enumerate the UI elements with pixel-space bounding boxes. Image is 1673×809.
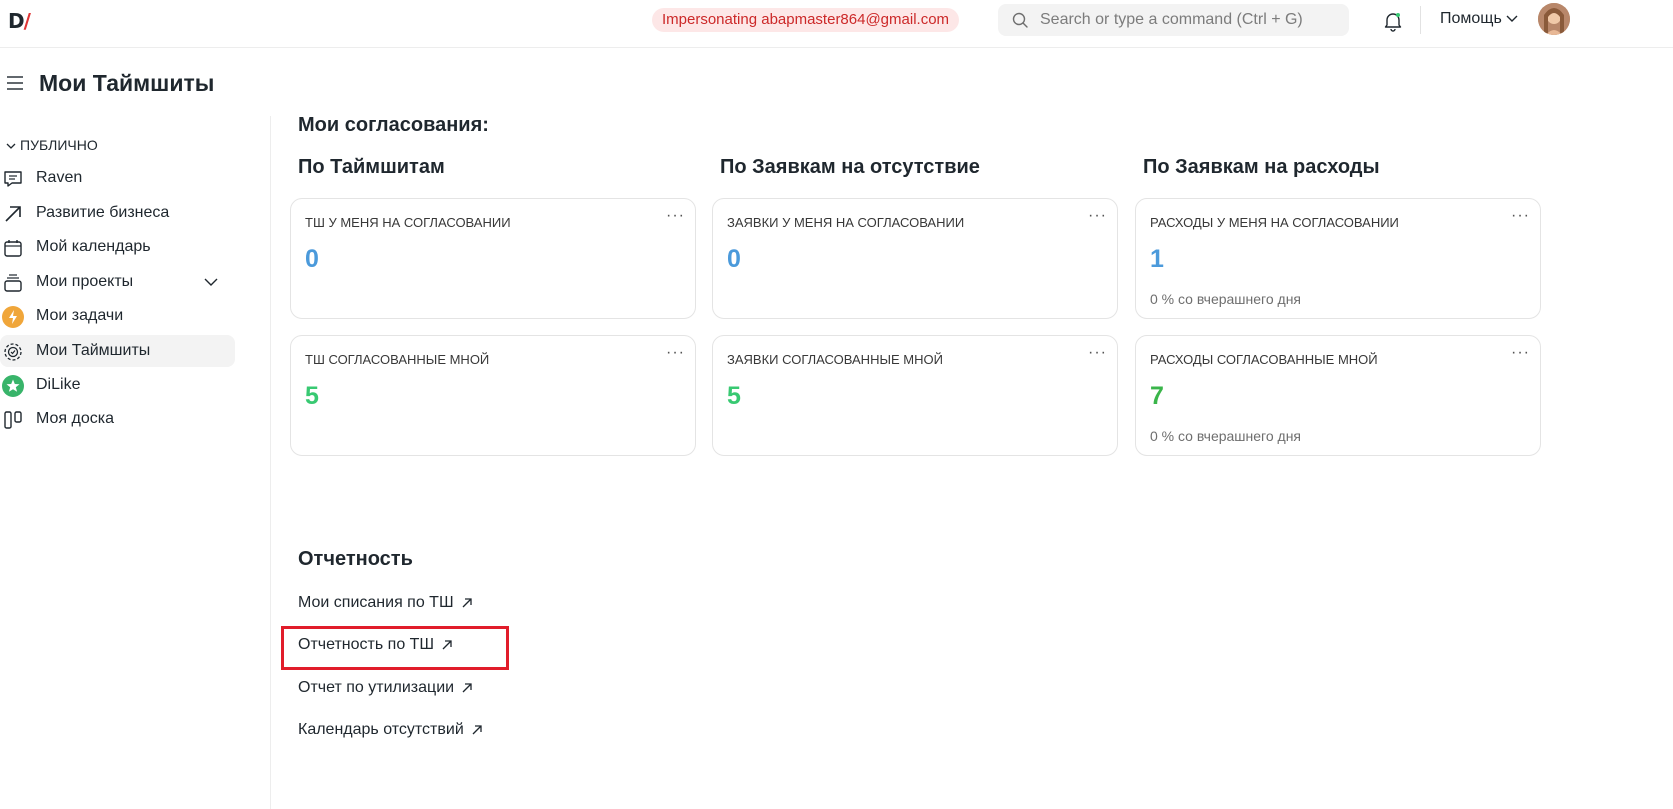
board-icon	[4, 411, 22, 429]
bell-icon[interactable]	[1382, 10, 1404, 32]
search-input[interactable]	[1040, 4, 1340, 36]
external-link-icon	[462, 683, 472, 693]
sidebar-item-my-timesheets[interactable]: Мои Таймшиты	[0, 335, 235, 367]
help-dropdown[interactable]: Помощь	[1440, 10, 1518, 28]
report-link-my-writeoffs[interactable]: Мои списания по ТШ	[298, 594, 472, 612]
card-menu-button[interactable]: ···	[1511, 344, 1530, 362]
sidebar-item-my-board[interactable]: Моя доска	[0, 403, 235, 435]
card-value: 1	[1150, 245, 1164, 273]
sidebar-item-label: Мои задачи	[36, 307, 124, 324]
sidebar-item-business-development[interactable]: Развитие бизнеса	[0, 197, 235, 229]
card-menu-button[interactable]: ···	[666, 344, 685, 362]
sidebar-item-my-tasks[interactable]: Мои задачи	[0, 300, 235, 332]
chevron-down-icon	[1506, 15, 1518, 22]
card-value: 0	[727, 245, 741, 273]
card-value: 5	[305, 382, 319, 410]
sidebar-section-label: ПУБЛИЧНО	[20, 137, 98, 153]
sidebar-item-label: Моя доска	[36, 410, 114, 427]
card-menu-button[interactable]: ···	[1511, 207, 1530, 225]
avatar[interactable]	[1538, 3, 1570, 35]
sidebar-item-label: Raven	[36, 169, 83, 186]
card-label: ЗАЯВКИ СОГЛАСОВАННЫЕ МНОЙ	[727, 352, 943, 367]
sidebar-item-label: Мои проекты	[36, 273, 134, 290]
card-label: РАСХОДЫ СОГЛАСОВАННЫЕ МНОЙ	[1150, 352, 1378, 367]
sidebar-item-label: DiLike	[36, 376, 81, 393]
calendar-icon	[4, 240, 22, 257]
sidebar-item-my-calendar[interactable]: Мой календарь	[0, 231, 235, 263]
number-card[interactable]: ЗАЯВКИ У МЕНЯ НА СОГЛАСОВАНИИ ··· 0	[712, 198, 1118, 319]
sidebar-item-label: Мои Таймшиты	[36, 342, 151, 359]
card-change-text: 0 % со вчерашнего дня	[1150, 428, 1302, 444]
number-card[interactable]: ТШ У МЕНЯ НА СОГЛАСОВАНИИ ··· 0	[290, 198, 696, 319]
page-title: Мои Таймшиты	[39, 70, 215, 96]
external-link-icon	[472, 725, 482, 735]
card-label: ТШ У МЕНЯ НА СОГЛАСОВАНИИ	[305, 215, 511, 230]
arrow-up-right-icon	[5, 206, 21, 222]
highlight-box	[281, 626, 509, 670]
impersonating-badge[interactable]: Impersonating abapmaster864@gmail.com	[652, 8, 960, 32]
sidebar-item-label: Мой календарь	[36, 238, 151, 255]
number-card[interactable]: ЗАЯВКИ СОГЛАСОВАННЫЕ МНОЙ ··· 5	[712, 335, 1118, 456]
avatar-image	[1538, 3, 1570, 35]
app-logo[interactable]: D/	[8, 9, 31, 33]
sidebar-item-dilike[interactable]: DiLike	[0, 369, 235, 401]
card-value: 7	[1150, 382, 1164, 410]
sidebar-item-label: Развитие бизнеса	[36, 204, 170, 221]
card-menu-button[interactable]: ···	[1088, 344, 1107, 362]
main-content: Мои согласования: По Таймшитам ТШ У МЕНЯ…	[272, 108, 1552, 809]
chevron-down-icon	[6, 143, 16, 150]
lightning-icon	[2, 306, 24, 328]
card-label: ТШ СОГЛАСОВАННЫЕ МНОЙ	[305, 352, 490, 367]
navbar: D/ Impersonating abapmaster864@gmail.com…	[0, 0, 1673, 48]
report-link-utilization[interactable]: Отчет по утилизации	[298, 679, 472, 697]
logo-letter: D	[8, 9, 25, 33]
card-value: 0	[305, 245, 319, 273]
sidebar-item-raven[interactable]: Raven	[0, 162, 235, 194]
help-label: Помощь	[1440, 10, 1502, 27]
card-menu-button[interactable]: ···	[1088, 207, 1107, 225]
search-bar[interactable]	[998, 4, 1349, 36]
logo-slash: /	[23, 9, 31, 33]
column-title-expense-requests: По Заявкам на расходы	[1143, 156, 1380, 178]
stack-icon	[4, 274, 22, 292]
report-link-label: Отчет по утилизации	[298, 679, 455, 696]
sidebar-item-my-projects[interactable]: Мои проекты	[0, 266, 235, 298]
star-icon	[2, 375, 24, 397]
card-change-text: 0 % со вчерашнего дня	[1150, 291, 1302, 307]
number-card[interactable]: ТШ СОГЛАСОВАННЫЕ МНОЙ ··· 5	[290, 335, 696, 456]
reports-title: Отчетность	[298, 548, 413, 570]
number-card[interactable]: РАСХОДЫ СОГЛАСОВАННЫЕ МНОЙ ··· 7 0 % со …	[1135, 335, 1541, 456]
card-menu-button[interactable]: ···	[666, 207, 685, 225]
sidebar-section-public[interactable]: ПУБЛИЧНО	[6, 137, 98, 153]
card-value: 5	[727, 382, 741, 410]
number-card[interactable]: РАСХОДЫ У МЕНЯ НА СОГЛАСОВАНИИ ··· 1 0 %…	[1135, 198, 1541, 319]
navbar-divider	[1420, 6, 1421, 34]
card-label: РАСХОДЫ У МЕНЯ НА СОГЛАСОВАНИИ	[1150, 215, 1399, 230]
search-icon	[1012, 12, 1028, 28]
report-link-label: Мои списания по ТШ	[298, 594, 454, 611]
approvals-title: Мои согласования:	[298, 114, 489, 136]
external-link-icon	[462, 598, 472, 608]
card-label: ЗАЯВКИ У МЕНЯ НА СОГЛАСОВАНИИ	[727, 215, 965, 230]
column-title-timesheets: По Таймшитам	[298, 156, 445, 178]
timesheet-icon	[4, 343, 22, 361]
hamburger-menu-icon[interactable]	[6, 74, 24, 92]
report-link-absence-calendar[interactable]: Календарь отсутствий	[298, 721, 482, 739]
column-title-absence-requests: По Заявкам на отсутствие	[720, 156, 980, 178]
report-link-label: Календарь отсутствий	[298, 721, 464, 738]
chevron-down-icon[interactable]	[203, 276, 219, 288]
main-divider	[270, 116, 271, 809]
chat-icon	[4, 171, 22, 187]
